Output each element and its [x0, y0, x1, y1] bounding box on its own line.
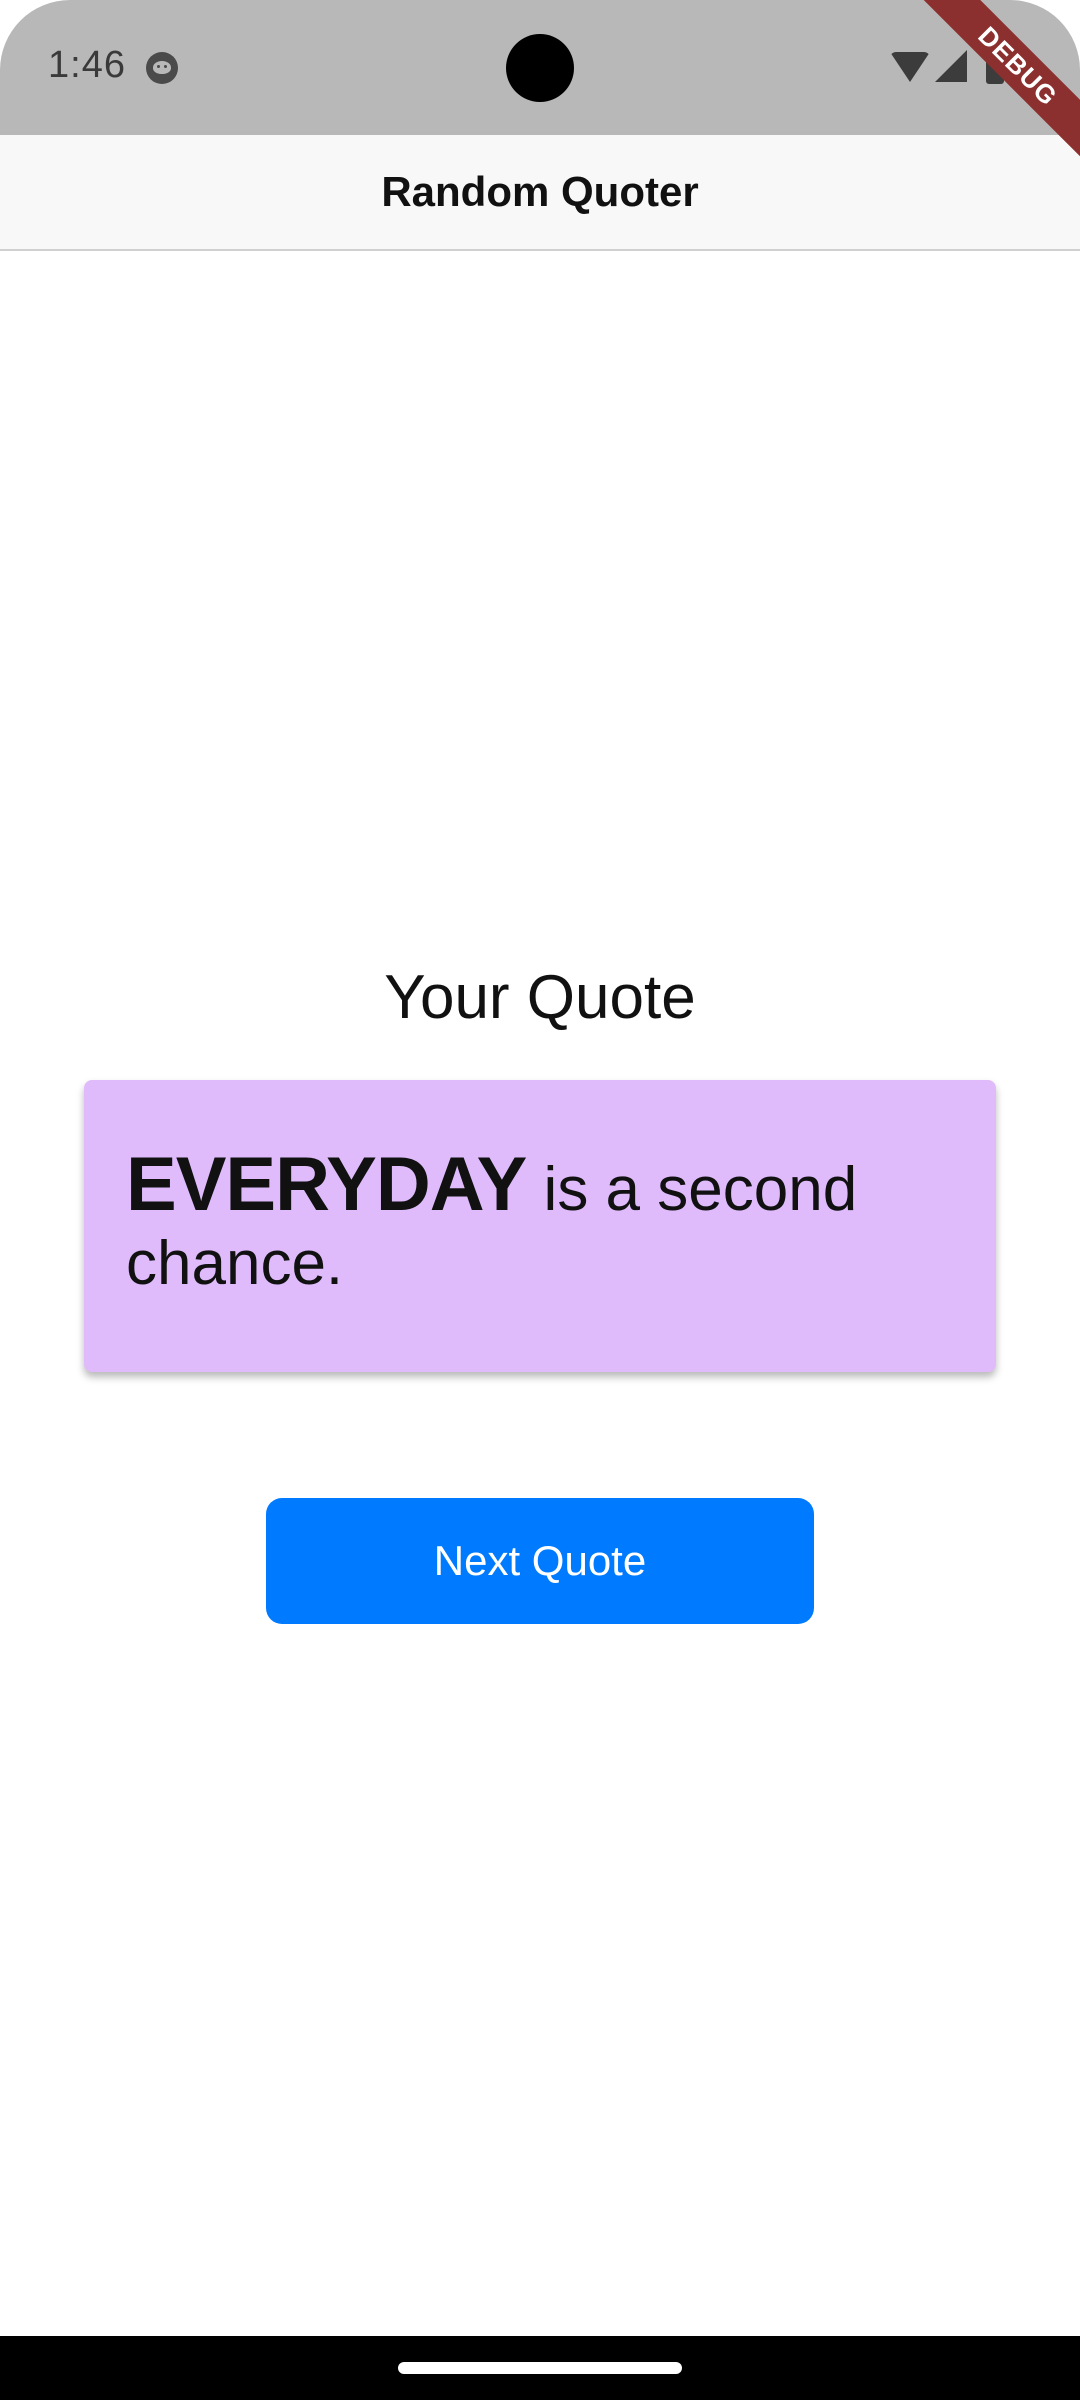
quote-heading: Your Quote	[384, 963, 696, 1032]
quote-text: EVERYDAY is a second chance.	[126, 1147, 954, 1301]
signal-icon	[935, 50, 967, 82]
app-title: Random Quoter	[381, 168, 699, 215]
home-gesture-handle[interactable]	[398, 2362, 682, 2374]
next-quote-button[interactable]: Next Quote	[266, 1498, 814, 1624]
wifi-icon	[890, 52, 930, 82]
status-time: 1:46	[48, 44, 126, 86]
app-bar: Random Quoter	[0, 135, 1080, 251]
quote-card: EVERYDAY is a second chance.	[84, 1080, 996, 1372]
app-notification-icon	[146, 52, 178, 84]
quote-emphasis: EVERYDAY	[126, 1142, 527, 1227]
phone-screen: 1:46 DEBUG Random Quoter Your Quote EVER…	[0, 0, 1080, 2400]
status-bar: 1:46	[0, 0, 1080, 135]
camera-cutout	[506, 34, 574, 102]
